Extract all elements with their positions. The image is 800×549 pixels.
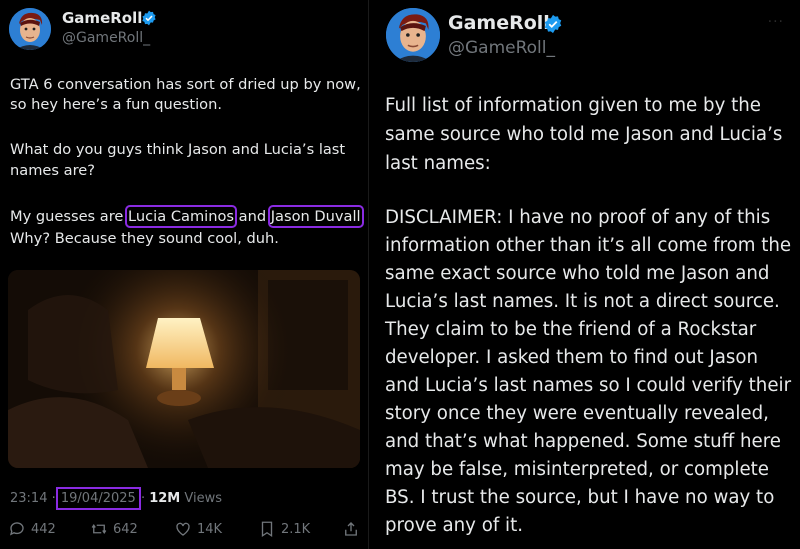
- verified-badge-icon: [544, 14, 562, 34]
- tweet-line: BS. I trust the source, but I have no wa…: [385, 487, 775, 508]
- avatar[interactable]: [9, 8, 51, 50]
- views-label: Views: [184, 491, 223, 506]
- tweet-line: They claim to be the friend of a Rocksta…: [385, 319, 757, 340]
- repost-button[interactable]: 642: [90, 520, 138, 538]
- like-icon: [176, 522, 190, 536]
- tweet-line: developer. I asked them to find out Jaso…: [385, 347, 759, 368]
- tweet-line: GTA 6 conversation has sort of dried up …: [10, 76, 361, 93]
- tweet-line: and that’s what happened. Some stuff her…: [385, 431, 781, 452]
- tweet-meta: 23:14 · 19/04/2025 · 12M Views: [10, 487, 223, 510]
- tweet-time: 23:14: [10, 491, 48, 506]
- share-button[interactable]: [342, 520, 360, 538]
- views-count: 12M: [149, 491, 181, 506]
- tweet-line: DISCLAIMER: I have no proof of any of th…: [385, 207, 771, 228]
- tweet-line: prove any of it.: [385, 515, 523, 536]
- more-icon[interactable]: ···: [768, 14, 784, 30]
- tweet-line: Full list of information given to me by …: [385, 95, 761, 116]
- bookmark-count: 2.1K: [281, 521, 311, 537]
- tweet-line: Lucia’s last names. It is not a direct s…: [385, 291, 780, 312]
- tweet-date[interactable]: 19/04/2025: [55, 487, 141, 510]
- avatar[interactable]: [386, 8, 440, 62]
- bookmark-button[interactable]: 2.1K: [258, 520, 310, 538]
- share-icon: [345, 522, 357, 536]
- author-name[interactable]: GameRoll: [62, 9, 142, 27]
- tweet-line: same source who told me Jason and Lucia’…: [385, 124, 783, 145]
- guesses-and: and: [234, 208, 271, 225]
- bookmark-icon: [261, 521, 273, 538]
- repost-icon: [91, 524, 107, 534]
- author-name[interactable]: GameRoll: [448, 12, 550, 34]
- repost-count: 642: [113, 521, 138, 537]
- like-count: 14K: [197, 521, 223, 537]
- avatar-icon: [386, 8, 440, 62]
- avatar-icon: [9, 8, 51, 50]
- verified-badge-icon: [142, 10, 156, 26]
- tweet-line: so hey here’s a fun question.: [10, 96, 222, 113]
- tweet-media-image[interactable]: [8, 270, 360, 468]
- like-button[interactable]: 14K: [174, 520, 222, 538]
- tweet-line: names are?: [10, 162, 95, 179]
- action-bar: 442 642 14K 2.1K: [8, 520, 360, 544]
- reply-icon: [9, 522, 24, 536]
- tweet-line: last names:: [385, 153, 491, 174]
- reply-count: 442: [31, 521, 56, 537]
- tweet-line-guesses: My guesses are Lucia Caminos and Jason D…: [10, 205, 364, 228]
- highlighted-name-lucia: Lucia Caminos: [125, 205, 237, 228]
- tweet-line: What do you guys think Jason and Lucia’s…: [10, 141, 346, 158]
- highlighted-name-jason: Jason Duvall: [267, 205, 364, 228]
- tweet-line: story once they were eventually revealed…: [385, 403, 769, 424]
- tweet-line: information other than it’s all come fro…: [385, 235, 792, 256]
- tweet-line: may be false, misinterpreted, or complet…: [385, 459, 769, 480]
- tweet-line: and Lucia’s last names so I could verify…: [385, 375, 792, 396]
- tweet-line: Why? Because they sound cool, duh.: [10, 230, 279, 247]
- lamp-scene-image: [8, 270, 360, 468]
- author-handle[interactable]: @GameRoll_: [448, 38, 555, 58]
- reply-button[interactable]: 442: [8, 520, 56, 538]
- author-handle[interactable]: @GameRoll_: [62, 30, 150, 46]
- guesses-prefix: My guesses are: [10, 208, 129, 225]
- tweet-line: same exact source who told me Jason and: [385, 263, 770, 284]
- left-post: GameRoll @GameRoll_ GTA 6 conversation h…: [0, 0, 368, 549]
- right-post: GameRoll @GameRoll_ ··· Full list of inf…: [368, 0, 800, 549]
